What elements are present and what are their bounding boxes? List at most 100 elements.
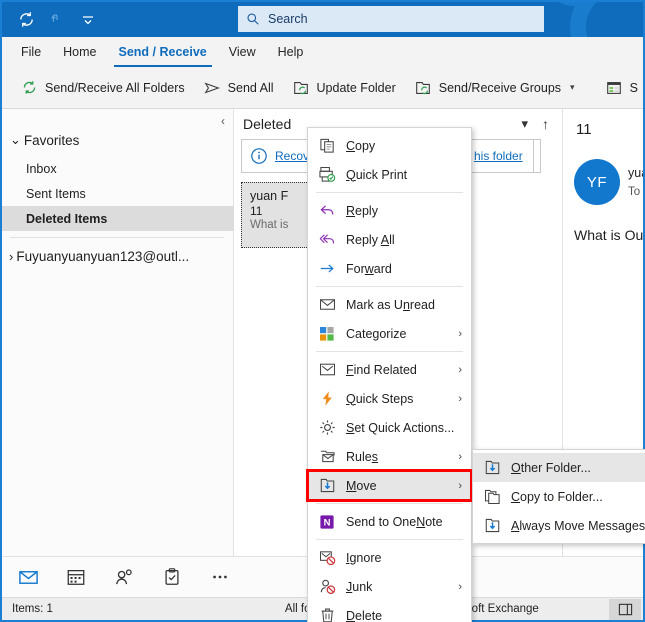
menu-item-rules[interactable]: Rules › [308,442,471,471]
menu-item-label: Forward [346,261,392,276]
menu-item-label: Send to OneNote [346,514,443,529]
mail-icon[interactable] [14,563,42,591]
menu-item-copy[interactable]: Copy [308,131,471,160]
menu-item-reply-all[interactable]: Reply All [308,225,471,254]
account-label: Fuyuanyuanyuan123@outl... [16,249,190,264]
menu-item-set-quick-actions[interactable]: Set Quick Actions... [308,413,471,442]
copy-folder-icon [481,486,503,508]
quick-access-toolbar [12,2,102,37]
menu-item-categorize[interactable]: Categorize › [308,319,471,348]
reading-pane-layout-icon[interactable] [609,599,641,620]
menu-item-send-to-onenote[interactable]: N Send to OneNote [308,507,471,536]
undo-icon[interactable] [43,6,71,34]
menu-item-find-related[interactable]: Find Related › [308,355,471,384]
menu-item-label: Reply All [346,232,395,247]
progress-icon [606,81,621,94]
people-icon[interactable] [110,563,138,591]
search-placeholder: Search [268,12,308,26]
chevron-right-icon: › [458,580,462,593]
menu-item-reply[interactable]: Reply [308,196,471,225]
sidebar-item-deleted-items[interactable]: Deleted Items [2,206,234,231]
envelope-icon [316,294,338,316]
customize-quick-access-toolbar-icon[interactable] [74,6,102,34]
delete-icon [316,605,338,622]
refresh-green-icon [23,81,36,94]
send-receive-groups-button[interactable]: Send/Receive Groups ▾ [405,71,584,105]
ignore-icon [316,547,338,569]
update-folder-button[interactable]: Update Folder [283,71,405,105]
move-icon [316,475,338,497]
menu-item-ignore[interactable]: Ignore [308,543,471,572]
junk-icon [316,576,338,598]
sidebar-item-sent-items[interactable]: Sent Items [2,181,234,206]
chevron-down-icon[interactable]: ▾ [521,116,528,132]
copy-icon [316,135,338,157]
move-icon [481,515,503,537]
submenu-item-copy-to-folder[interactable]: Copy to Folder... [473,482,645,511]
tab-file[interactable]: File [10,39,52,67]
favorites-header[interactable]: ⌄ Favorites [10,132,79,148]
tab-help[interactable]: Help [267,39,315,67]
submenu-item-label: Other Folder... [511,460,591,475]
menu-item-forward[interactable]: Forward [308,254,471,283]
collapse-folder-pane-button[interactable]: ‹ [221,114,225,128]
ribbon-overflow-label: S [629,80,638,95]
calendar-icon[interactable] [62,563,90,591]
chevron-right-icon: › [9,249,14,264]
more-options-icon[interactable] [206,563,234,591]
tab-home[interactable]: Home [52,39,107,67]
send-receive-all-folders-button[interactable]: Send/Receive All Folders [12,71,194,105]
quick-print-icon [316,164,338,186]
tab-view[interactable]: View [218,39,267,67]
menu-separator [316,192,463,193]
sidebar-item-account[interactable]: › Fuyuanyuanyuan123@outl... [9,249,189,264]
recover-items-infobar-right[interactable]: his folder [472,139,534,173]
menu-item-quick-steps[interactable]: Quick Steps › [308,384,471,413]
recover-items-link[interactable]: Recov [275,149,309,163]
menu-item-junk[interactable]: Junk › [308,572,471,601]
onenote-icon: N [316,511,338,533]
menu-item-label: Junk [346,579,373,594]
reading-pane-to-label: To [628,186,641,198]
reply-all-icon [316,229,338,251]
context-menu: Copy Quick Print Reply Reply All Forward… [306,127,473,622]
menu-item-quick-print[interactable]: Quick Print [308,160,471,189]
quick-steps-icon [316,388,338,410]
favorites-label: Favorites [23,132,80,148]
chevron-right-icon: › [458,392,462,405]
menu-item-mark-as-unread[interactable]: Mark as Unread [308,290,471,319]
list-header-icons: ▾ ↑ [521,116,555,132]
submenu-item-always-move-messages[interactable]: Always Move Messages in [473,511,645,540]
categorize-icon [316,323,338,345]
reply-icon [316,200,338,222]
send-all-button[interactable]: Send All [194,71,283,105]
search-input[interactable]: Search [238,6,544,32]
reading-pane-body: What is Outl [574,227,643,243]
update-folder-icon [293,81,308,94]
chevron-down-icon: ⌄ [10,132,21,147]
send-arrow-icon [204,81,220,94]
tasks-icon[interactable] [158,563,186,591]
menu-item-label: Find Related [346,362,417,377]
up-arrow-icon[interactable]: ↑ [542,116,549,132]
sidebar-item-inbox[interactable]: Inbox [2,156,234,181]
menu-item-delete[interactable]: Delete [308,601,471,622]
menu-item-move[interactable]: Move › [306,469,473,502]
tab-send-receive[interactable]: Send / Receive [108,39,218,67]
submenu-item-other-folder[interactable]: Other Folder... [473,453,645,482]
chevron-down-icon[interactable]: ▾ [570,82,575,93]
favorites-list: Inbox Sent Items Deleted Items [2,156,234,231]
chevron-right-icon: › [458,327,462,340]
menu-separator [316,286,463,287]
svg-text:N: N [324,517,331,528]
reading-pane-sender: yuan [628,166,643,180]
navigation-pane: ‹ ⌄ Favorites Inbox Sent Items Deleted I… [2,109,234,556]
move-submenu: Other Folder... Copy to Folder... Always… [472,449,645,544]
search-icon [247,13,259,25]
recover-items-link-continued[interactable]: his folder [474,149,523,163]
menu-item-label: Rules [346,449,378,464]
send-receive-all-icon[interactable] [12,6,40,34]
show-progress-button[interactable]: S [596,71,645,105]
menu-item-label: Delete [346,608,383,622]
send-receive-groups-icon [415,81,430,94]
